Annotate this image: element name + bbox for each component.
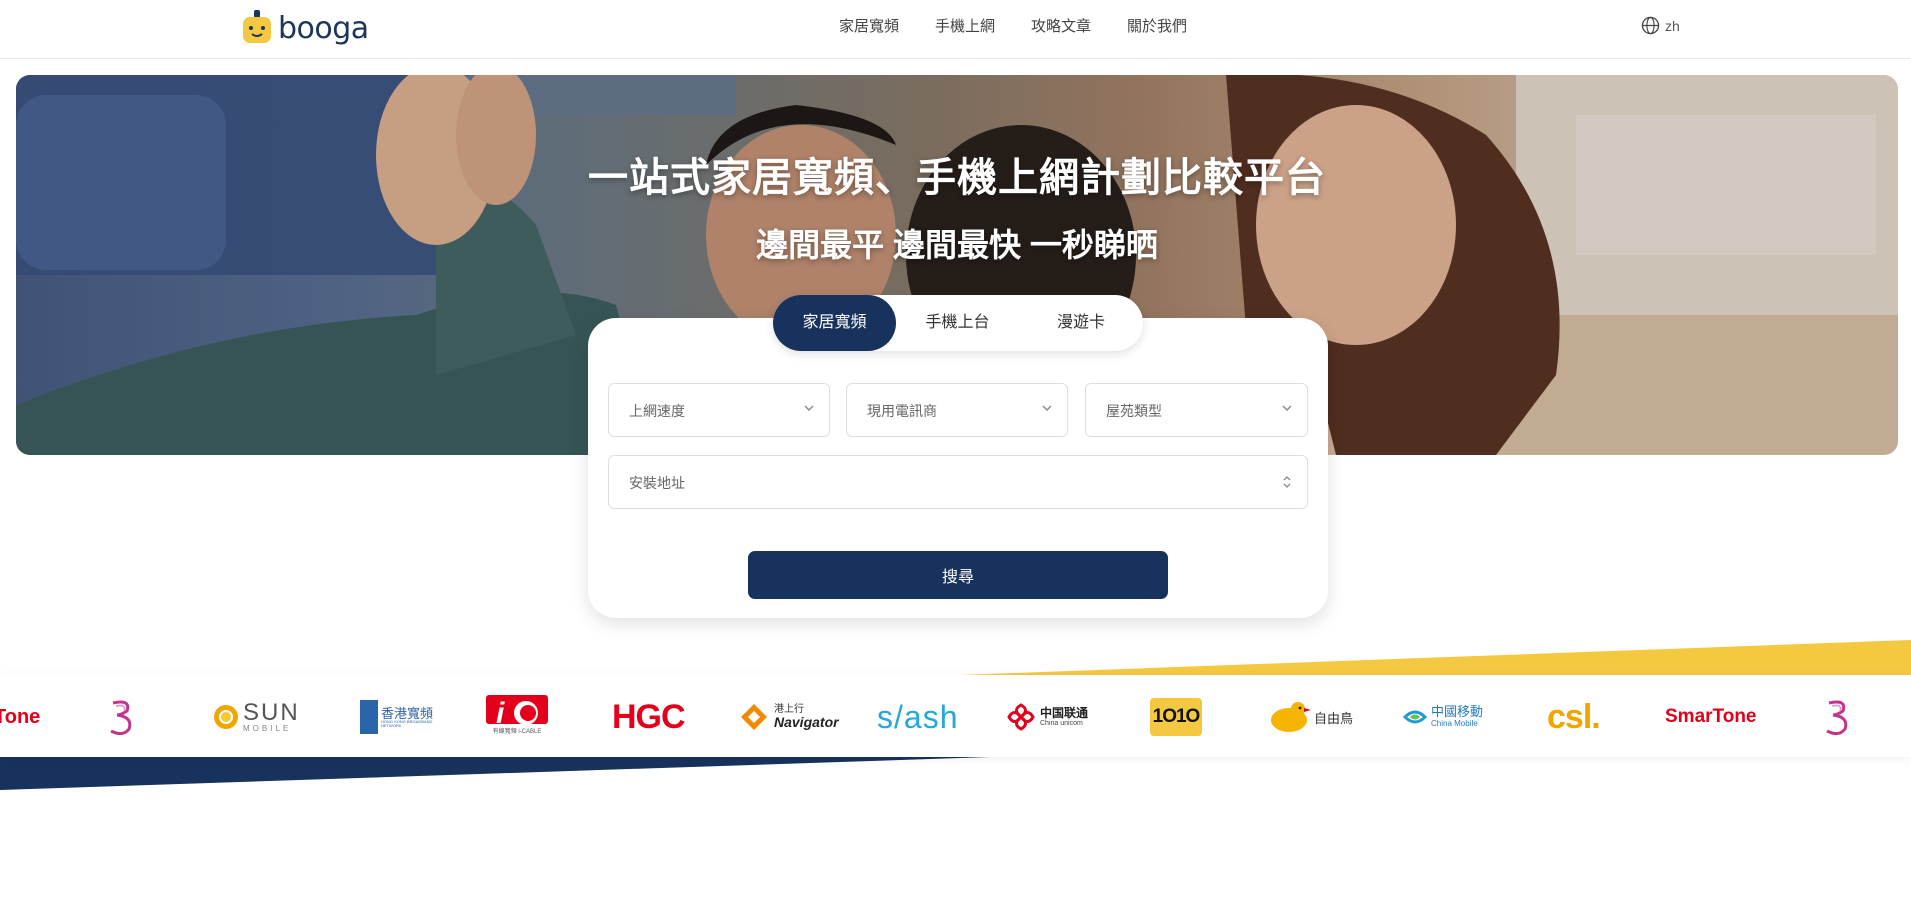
search-button[interactable]: 搜尋 (748, 551, 1168, 599)
birdie-text: 自由鳥 (1314, 710, 1354, 726)
provider-logo-hgc[interactable]: HGC (612, 697, 686, 737)
plan-type-tabs: 家居寬頻 手機上台 漫遊卡 (773, 295, 1143, 351)
unicom-en-text: China unicom (1040, 719, 1083, 727)
cmhk-en-text: China Mobile (1431, 718, 1478, 728)
chevron-down-icon (804, 405, 814, 411)
provider-logo-china-mobile[interactable]: 中國移動 China Mobile (1402, 697, 1483, 737)
hkbn-en-text: HONG KONG BROADBAND NETWORK (381, 718, 433, 728)
tab-roaming-sim[interactable]: 漫遊卡 (1019, 295, 1143, 351)
provider-logo-strip: Tone SUN MOBILE 香港寬頻 HONG KONG BROADBAND… (0, 675, 1911, 757)
chevron-down-icon (1282, 405, 1292, 411)
hkbn-cn-text: 香港寬頻 (381, 705, 434, 721)
nav-home-broadband[interactable]: 家居寬頻 (839, 17, 899, 37)
provider-logo-smartone-2[interactable]: SmarTone (1665, 697, 1757, 737)
nav-about-us[interactable]: 關於我們 (1127, 17, 1187, 37)
speed-select[interactable]: 上網速度 (608, 383, 830, 437)
sun-subtext: MOBILE (243, 724, 292, 733)
provider-select-label: 現用電訊商 (867, 403, 937, 419)
sun-icon (214, 705, 238, 729)
provider-logo-three-2[interactable] (1821, 697, 1855, 737)
mascot-icon (243, 10, 271, 43)
sun-text: SUN (243, 699, 300, 726)
provider-logo-hkbn[interactable]: 香港寬頻 HONG KONG BROADBAND NETWORK (360, 697, 433, 737)
estate-type-select[interactable]: 屋苑類型 (1085, 383, 1308, 437)
csl-text: csl. (1547, 697, 1601, 736)
top-header: booga 家居寬頻 手機上網 攻略文章 關於我們 zh (0, 0, 1911, 59)
hero-title: 一站式家居寬頻、手機上網計劃比較平台 (588, 156, 1326, 200)
bird-icon (1271, 702, 1311, 732)
install-address-select[interactable]: 安裝地址 (608, 455, 1308, 509)
address-select-label: 安裝地址 (629, 475, 685, 491)
provider-logo-1010[interactable]: 1O1O (1150, 697, 1202, 737)
provider-logo-navigator[interactable]: 港上行 Navigator (740, 697, 839, 737)
unicom-knot-icon (1007, 703, 1035, 731)
navigator-en-text: Navigator (774, 714, 839, 730)
provider-logo-three[interactable] (105, 697, 139, 737)
navigator-diamond-icon (741, 704, 767, 730)
nav-articles[interactable]: 攻略文章 (1031, 17, 1091, 37)
cmhk-cn-text: 中國移動 (1431, 704, 1484, 720)
provider-logo-sun-mobile[interactable]: SUN MOBILE (212, 697, 300, 737)
provider-logo-slash[interactable]: s/ash (877, 697, 958, 737)
current-provider-select[interactable]: 現用電訊商 (846, 383, 1068, 437)
china-mobile-icon (1402, 710, 1428, 724)
estate-select-label: 屋苑類型 (1106, 403, 1162, 419)
provider-logo-birdie[interactable]: 自由鳥 (1267, 697, 1353, 737)
main-nav: 家居寬頻 手機上網 攻略文章 關於我們 (839, 17, 1223, 37)
provider-logo-csl[interactable]: csl. (1547, 697, 1601, 737)
booga-logo[interactable]: booga (240, 8, 369, 48)
smartone-text: Tone (0, 705, 41, 728)
provider-logo-icable[interactable]: i 有線寬頻 i-CABLE (486, 695, 548, 735)
provider-logo-smartone[interactable]: Tone (0, 697, 40, 737)
speed-select-label: 上網速度 (629, 403, 685, 419)
smartone-text-2: SmarTone (1665, 706, 1757, 727)
language-switcher[interactable]: zh (1641, 16, 1680, 35)
tenten-text: 1O1O (1152, 706, 1201, 727)
tab-mobile-plan[interactable]: 手機上台 (896, 295, 1019, 351)
tab-home-broadband[interactable]: 家居寬頻 (773, 295, 896, 351)
three-logo-icon (110, 700, 132, 736)
chevron-up-down-icon (1283, 476, 1291, 488)
provider-logo-china-unicom[interactable]: 中国联通 China unicom (1006, 697, 1088, 737)
chevron-down-icon (1042, 405, 1052, 411)
globe-icon (1641, 16, 1660, 35)
hgc-text: HGC (612, 697, 686, 736)
hero-subtitle: 邊間最平 邊間最快 一秒睇晒 (756, 227, 1158, 263)
slash-text: s/ash (877, 698, 959, 735)
language-label: zh (1665, 17, 1680, 34)
logo-text: booga (278, 10, 369, 46)
nav-mobile-plans[interactable]: 手機上網 (935, 17, 995, 37)
three-logo-icon (1826, 700, 1848, 736)
unicom-cn-text: 中国联通 (1040, 705, 1089, 720)
